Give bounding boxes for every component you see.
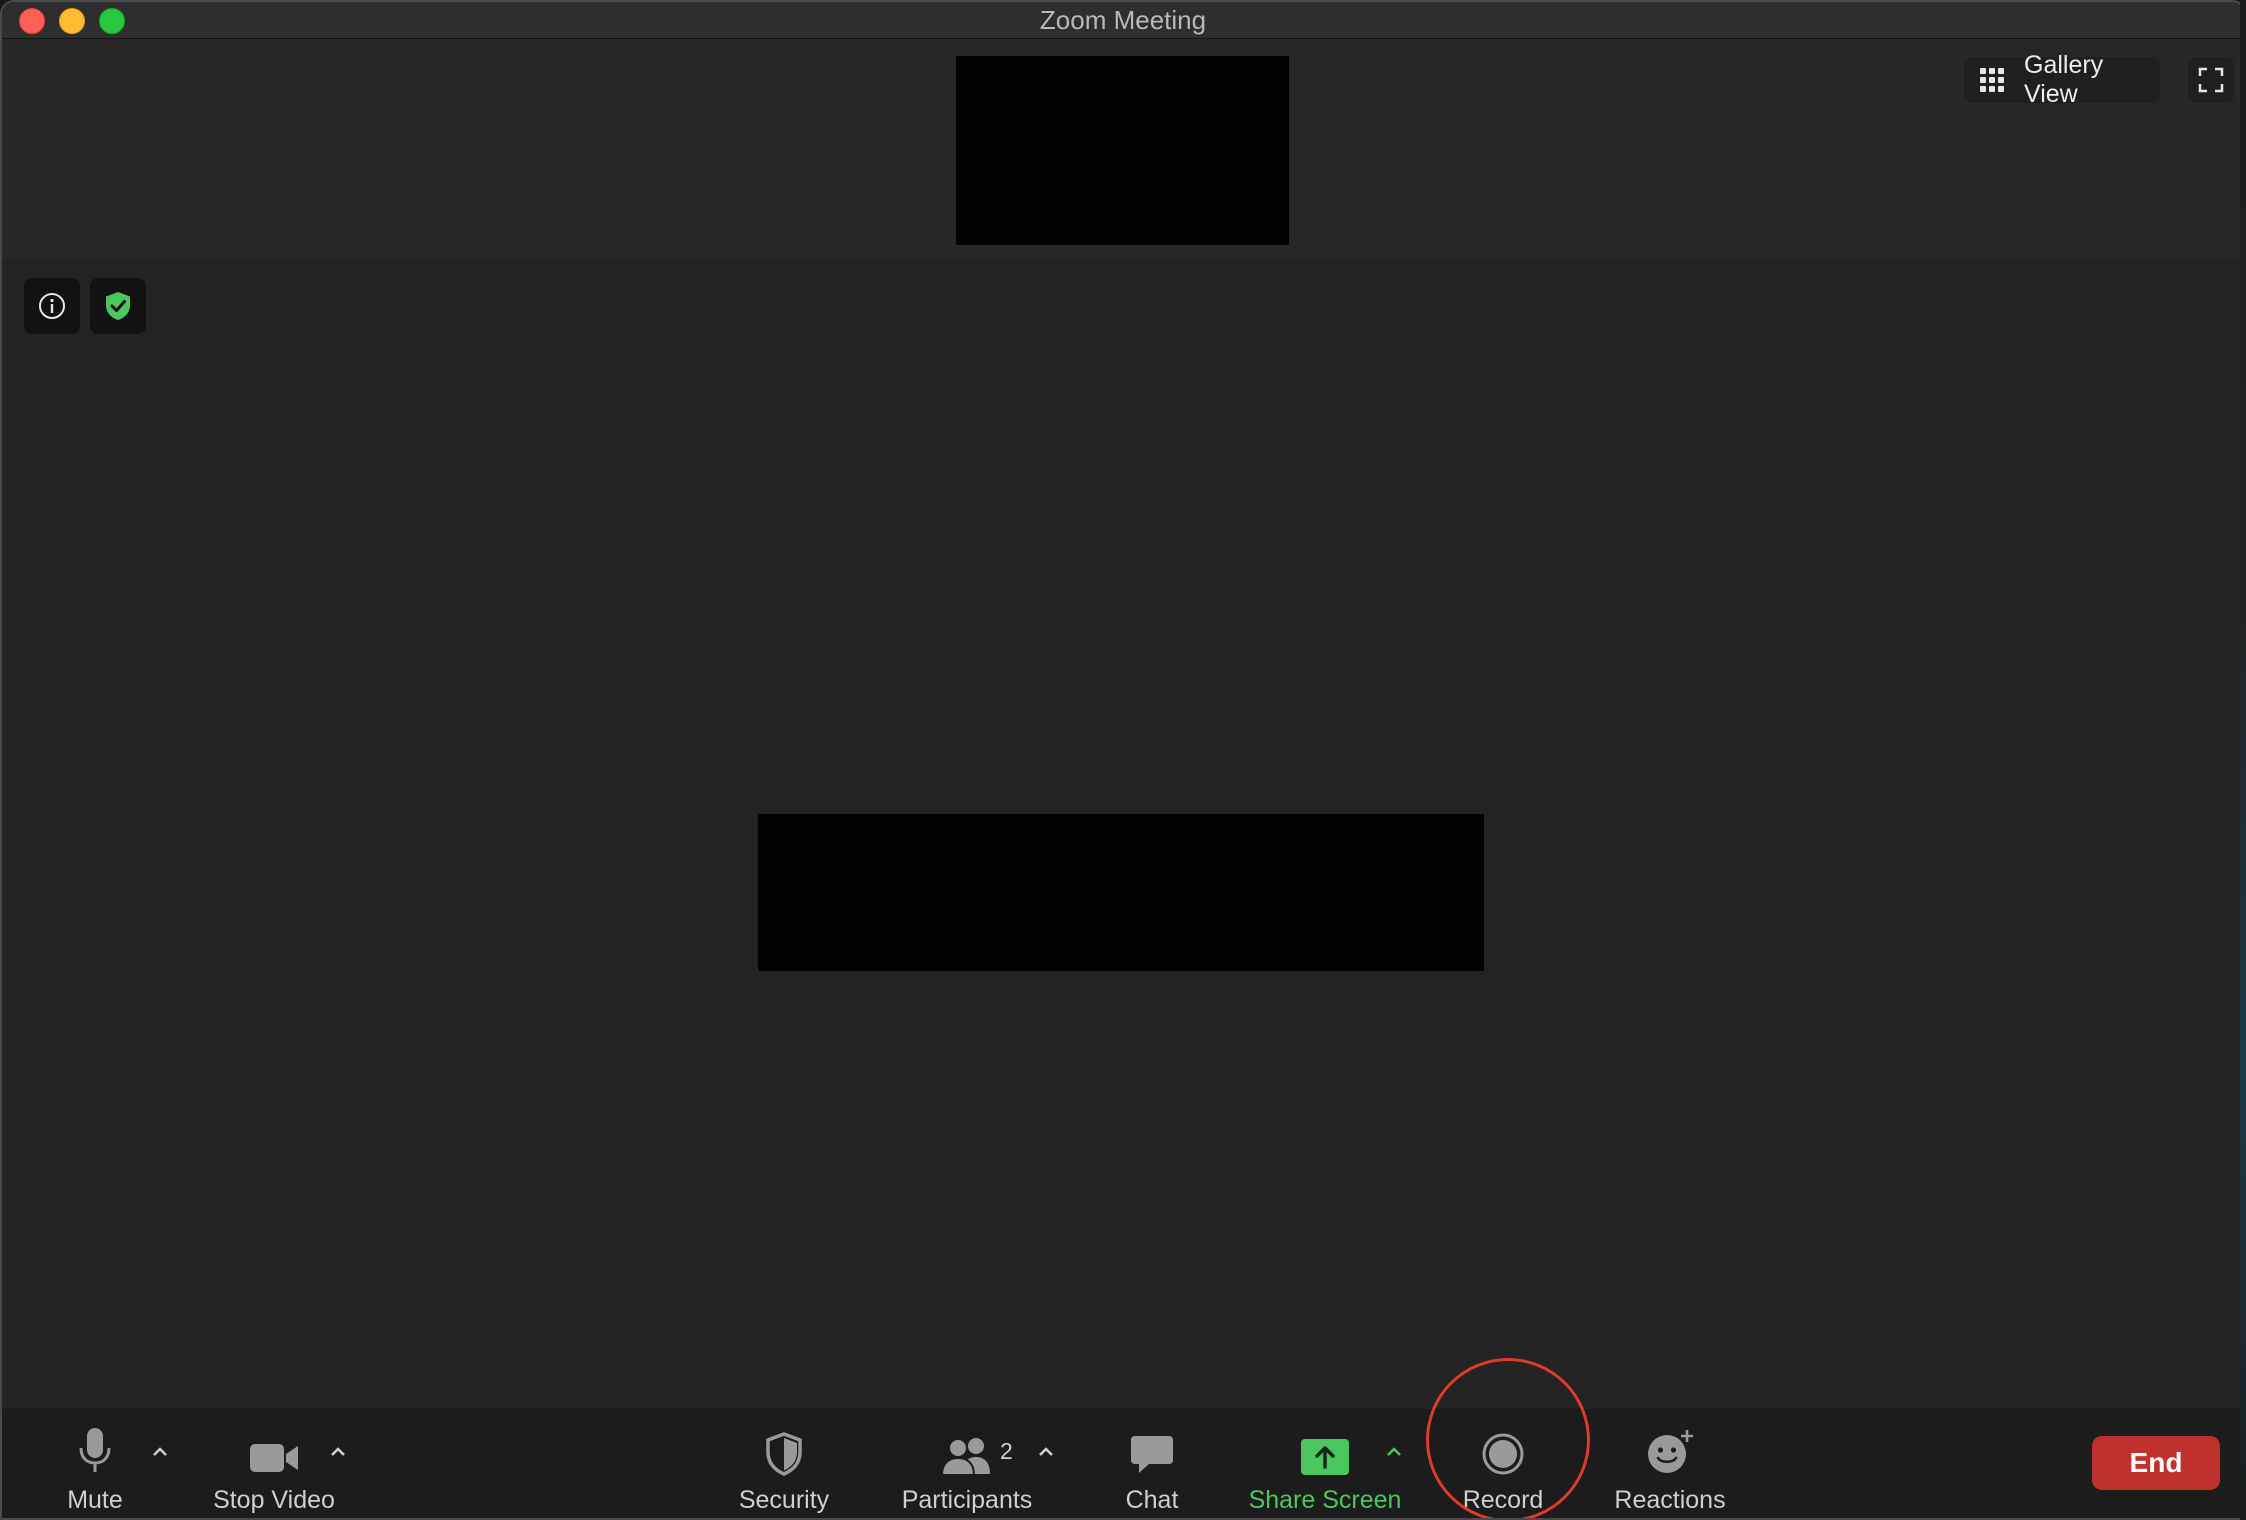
record-label: Record [1462, 1486, 1544, 1514]
audio-options-caret[interactable] [148, 1440, 172, 1464]
mute-label: Mute [67, 1486, 123, 1514]
share-screen-button[interactable]: Share Screen [1248, 1410, 1402, 1518]
share-screen-label: Share Screen [1248, 1486, 1402, 1514]
gallery-view-label: Gallery View [2024, 51, 2104, 108]
participants-button[interactable]: Participants [898, 1410, 1036, 1518]
mute-button[interactable]: Mute [60, 1410, 130, 1518]
end-meeting-button[interactable]: End [2092, 1436, 2220, 1490]
video-options-caret[interactable] [326, 1440, 350, 1464]
thumbnail-strip: Gallery View [2, 39, 2244, 259]
reactions-button[interactable]: Reactions [1612, 1410, 1728, 1518]
fullscreen-icon [2198, 67, 2224, 93]
chevron-up-icon [1387, 1447, 1401, 1456]
fullscreen-button[interactable] [2188, 57, 2234, 103]
shield-check-icon [106, 292, 130, 320]
stop-video-label: Stop Video [213, 1486, 335, 1514]
participants-icon [940, 1438, 990, 1476]
participants-options-caret[interactable] [1034, 1440, 1058, 1464]
info-icon [39, 293, 65, 319]
security-button[interactable]: Security [732, 1410, 836, 1518]
chevron-up-icon [153, 1447, 167, 1456]
meeting-info-button[interactable] [24, 278, 80, 334]
security-label: Security [738, 1486, 830, 1514]
chevron-up-icon [1039, 1447, 1053, 1456]
video-camera-icon [250, 1444, 298, 1472]
share-options-caret[interactable] [1382, 1440, 1406, 1464]
shield-icon [766, 1432, 802, 1476]
microphone-icon [79, 1428, 111, 1472]
participants-label: Participants [901, 1486, 1033, 1514]
participant-count: 2 [1000, 1438, 1013, 1464]
chevron-up-icon [331, 1447, 345, 1456]
stop-video-button[interactable]: Stop Video [208, 1410, 340, 1518]
participant-thumbnail-video[interactable] [956, 56, 1289, 245]
desktop-edge [2240, 0, 2246, 1520]
chat-label: Chat [1125, 1486, 1179, 1514]
encryption-status-button[interactable] [90, 278, 146, 334]
meeting-controls-toolbar: Mute Stop Video Security Participants 2 … [2, 1358, 2244, 1518]
gallery-view-button[interactable]: Gallery View [1964, 51, 2160, 108]
share-arrow-icon [1301, 1439, 1349, 1475]
title-bar: Zoom Meeting [2, 2, 2244, 39]
reactions-label: Reactions [1614, 1486, 1726, 1514]
smiley-plus-icon [1648, 1430, 1693, 1473]
window-title: Zoom Meeting [1039, 5, 1207, 35]
zoom-meeting-window: Zoom Meeting Gallery View Mute Stop Vide… [0, 0, 2246, 1520]
grid-icon [1980, 68, 2004, 92]
chat-bubble-icon [1131, 1436, 1173, 1473]
record-icon [1482, 1433, 1524, 1475]
record-button[interactable]: Record [1460, 1410, 1546, 1518]
chat-button[interactable]: Chat [1114, 1410, 1190, 1518]
active-speaker-video [758, 814, 1484, 971]
